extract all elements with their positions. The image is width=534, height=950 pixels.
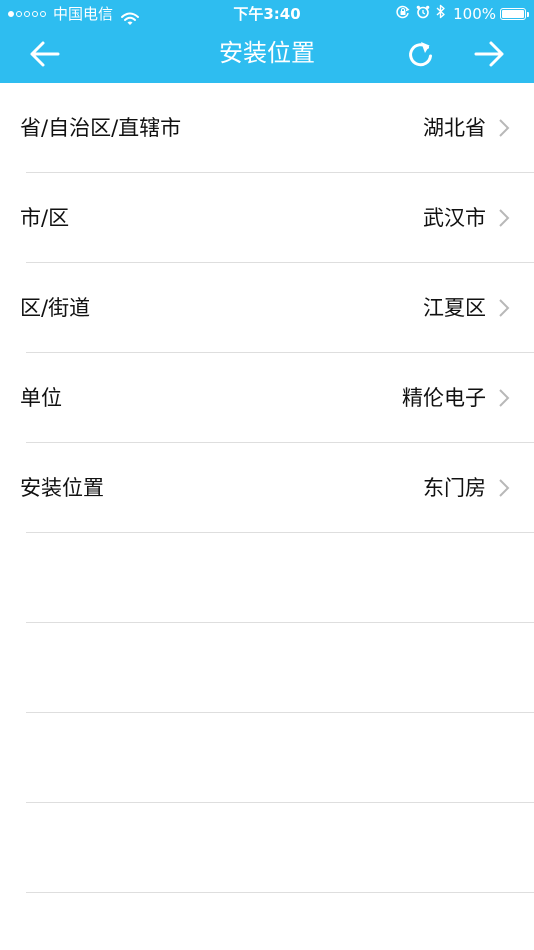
- list-item-district[interactable]: 区/街道 江夏区: [0, 263, 534, 353]
- row-value: 江夏区: [423, 296, 486, 320]
- settings-list: 省/自治区/直辖市 湖北省 市/区 武汉市 区/街道 江夏区 单位 精伦电子 安…: [0, 83, 534, 893]
- bluetooth-icon: [436, 0, 446, 28]
- battery-icon: [500, 8, 529, 20]
- status-right: 100%: [390, 0, 529, 28]
- chevron-right-icon: [499, 209, 510, 227]
- chevron-right-icon: [499, 389, 510, 407]
- row-label: 省/自治区/直辖市: [20, 116, 182, 140]
- chevron-right-icon: [499, 479, 510, 497]
- row-value: 武汉市: [423, 206, 486, 230]
- row-value: 东门房: [423, 476, 486, 500]
- list-item-city[interactable]: 市/区 武汉市: [0, 173, 534, 263]
- empty-row: [0, 533, 534, 623]
- refresh-button[interactable]: [403, 36, 439, 72]
- empty-row: [0, 623, 534, 713]
- chevron-right-icon: [499, 299, 510, 317]
- alarm-icon: [416, 0, 430, 28]
- row-label: 单位: [20, 386, 62, 410]
- row-label: 安装位置: [20, 476, 104, 500]
- list-item-province[interactable]: 省/自治区/直辖市 湖北省: [0, 83, 534, 173]
- row-value: 湖北省: [423, 116, 486, 140]
- row-value: 精伦电子: [402, 386, 486, 410]
- chevron-right-icon: [499, 119, 510, 137]
- forward-button[interactable]: [472, 36, 508, 72]
- row-label: 区/街道: [20, 296, 91, 320]
- list-item-install-location[interactable]: 安装位置 东门房: [0, 443, 534, 533]
- app-header: 中国电信 下午3:40 100% 安装位置: [0, 0, 534, 83]
- empty-row: [0, 713, 534, 803]
- row-label: 市/区: [20, 206, 70, 230]
- list-item-unit[interactable]: 单位 精伦电子: [0, 353, 534, 443]
- battery-fill: [502, 10, 524, 18]
- orientation-lock-icon: [396, 0, 410, 28]
- battery-percentage: 100%: [453, 5, 496, 23]
- navigation-bar: 安装位置: [0, 28, 534, 83]
- empty-row: [0, 803, 534, 893]
- page-title: 安装位置: [219, 39, 315, 67]
- refresh-icon: [409, 42, 432, 67]
- status-bar: 中国电信 下午3:40 100%: [0, 0, 534, 28]
- arrow-right-icon: [474, 41, 504, 67]
